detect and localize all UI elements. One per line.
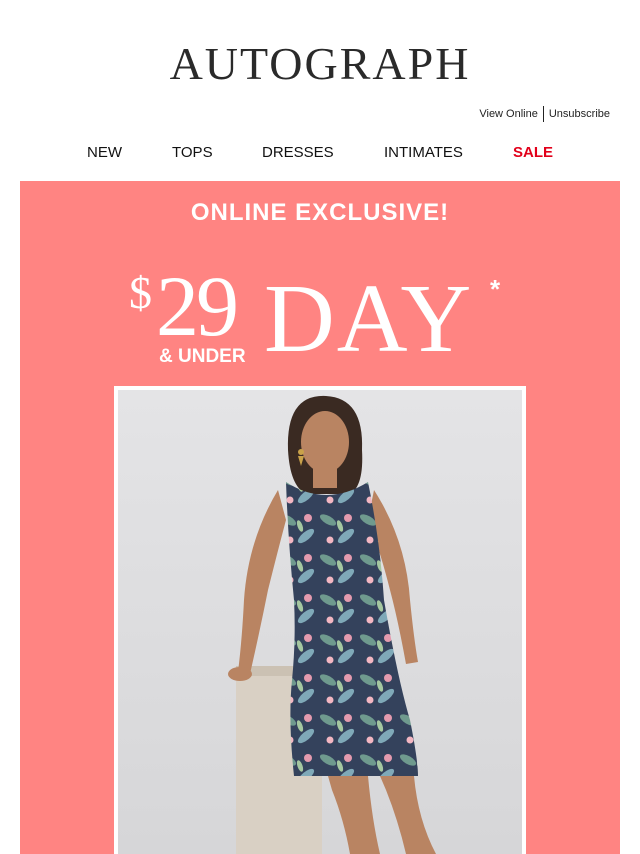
nav-item-dresses[interactable]: DRESSES: [262, 143, 334, 163]
currency-symbol: $: [129, 267, 152, 318]
model-photo[interactable]: [118, 390, 522, 854]
main-nav: NEW TOPS DRESSES INTIMATES SALE: [0, 143, 640, 163]
nav-item-intimates[interactable]: INTIMATES: [384, 143, 463, 163]
nav-item-sale[interactable]: SALE: [513, 143, 553, 163]
price-suffix: & UNDER: [159, 346, 246, 367]
day-headline: DAY: [264, 265, 474, 373]
price-amount: 29: [156, 258, 239, 354]
view-online-link[interactable]: View Online: [479, 108, 538, 120]
photo-frame: [114, 386, 526, 854]
unsubscribe-link[interactable]: Unsubscribe: [549, 108, 610, 120]
hero-kicker: ONLINE EXCLUSIVE!: [190, 199, 450, 226]
brand-logo[interactable]: AUTOGRAPH: [0, 38, 640, 90]
hero-banner[interactable]: ONLINE EXCLUSIVE! $ 29 & UNDER DAY *: [20, 181, 620, 854]
utility-links: View Online Unsubscribe: [479, 106, 610, 122]
nav-item-tops[interactable]: TOPS: [172, 143, 213, 163]
model-photo-icon: [118, 390, 522, 854]
divider: [542, 106, 544, 122]
asterisk: *: [490, 274, 501, 304]
nav-item-new[interactable]: NEW: [87, 143, 122, 163]
